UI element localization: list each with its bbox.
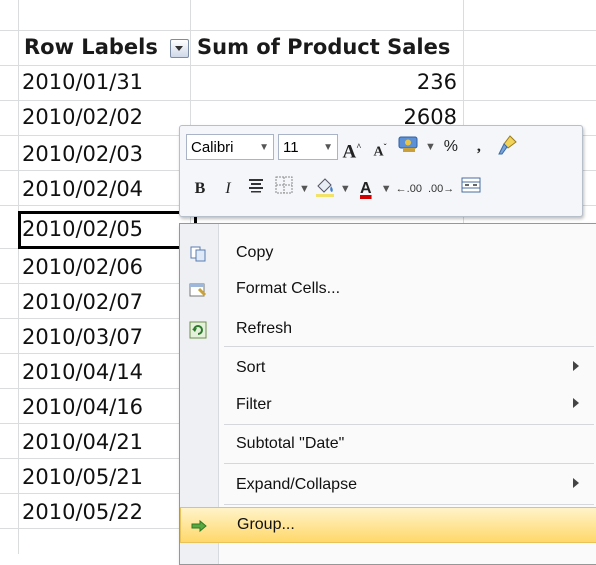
font-size-value: 11 (283, 139, 299, 156)
menu-separator (224, 504, 594, 505)
menu-item-label: Copy (236, 244, 274, 261)
increase-decimal-icon: .00 (406, 183, 422, 195)
sales-value[interactable]: 236 (300, 65, 457, 100)
menu-separator (224, 424, 594, 425)
context-menu: Copy Format Cells... Refresh Sort Filter… (179, 223, 596, 565)
copy-icon (189, 245, 207, 263)
comma-style-button[interactable]: , (468, 134, 490, 160)
menu-item-label: Sort (236, 359, 266, 376)
row-labels-filter-dropdown-icon[interactable] (170, 39, 189, 58)
format-cells-icon (189, 281, 207, 299)
accounting-format-button[interactable] (397, 134, 421, 160)
menu-item-label: Group... (237, 516, 295, 533)
chevron-down-icon[interactable]: ▼ (425, 134, 436, 160)
font-size-box[interactable]: 11 ▼ (278, 134, 338, 160)
accounting-format-icon (398, 136, 418, 152)
shrink-font-button[interactable]: Aˇ (369, 134, 391, 160)
font-color-button[interactable]: A (355, 176, 377, 202)
chevron-down-icon[interactable]: ▼ (340, 176, 351, 202)
center-align-button[interactable] (245, 176, 267, 202)
center-align-icon (249, 179, 263, 193)
menu-item-label: Expand/Collapse (236, 476, 357, 493)
row-label-date[interactable]: 2010/05/21 (22, 460, 143, 495)
fill-color-button[interactable] (314, 176, 336, 202)
grow-font-icon: A (342, 141, 357, 163)
fill-color-icon (315, 178, 334, 197)
menu-item-sort[interactable]: Sort (180, 351, 596, 387)
grow-font-button[interactable]: A^ (341, 134, 363, 163)
submenu-arrow-icon (573, 361, 579, 371)
menu-item-label: Refresh (236, 320, 293, 337)
row-label-date[interactable]: 2010/02/06 (22, 250, 143, 285)
format-painter-button[interactable] (496, 134, 518, 160)
menu-item-label: Filter (236, 396, 272, 413)
font-color-icon: A (360, 180, 372, 197)
sum-of-product-sales-header[interactable]: Sum of Product Sales (197, 30, 450, 65)
menu-separator (224, 463, 594, 464)
column-divider (18, 0, 19, 554)
active-cell-border (18, 211, 197, 249)
font-name-value: Calibri (191, 139, 234, 156)
decrease-decimal-icon: .00 (427, 183, 444, 195)
submenu-arrow-icon (573, 478, 579, 488)
chevron-down-icon[interactable]: ▼ (323, 135, 333, 161)
row-label-date[interactable]: 2010/04/14 (22, 355, 143, 390)
chevron-down-icon[interactable]: ▼ (259, 135, 269, 161)
row-label-date[interactable]: 2010/02/02 (22, 100, 143, 135)
row-label-date[interactable]: 2010/01/31 (22, 65, 143, 100)
borders-button[interactable] (273, 176, 295, 202)
merge-center-icon (461, 177, 481, 193)
merge-center-button[interactable] (460, 176, 482, 202)
row-label-date[interactable]: 2010/02/07 (22, 285, 143, 320)
refresh-icon (189, 321, 207, 339)
row-label-date[interactable]: 2010/02/04 (22, 172, 143, 207)
italic-button[interactable]: I (217, 176, 239, 202)
row-labels-header[interactable]: Row Labels (24, 30, 158, 65)
row-label-date[interactable]: 2010/03/07 (22, 320, 143, 355)
row-label-date[interactable]: 2010/04/16 (22, 390, 143, 425)
menu-item-label: Format Cells... (236, 280, 341, 297)
percent-style-button[interactable]: % (440, 134, 462, 160)
row-label-date[interactable]: 2010/02/03 (22, 137, 143, 172)
menu-item-format-cells[interactable]: Format Cells... (180, 272, 596, 308)
decrease-decimal-button[interactable]: .00→ (428, 176, 454, 202)
chevron-down-icon[interactable]: ▼ (381, 176, 392, 202)
chevron-down-icon[interactable]: ▼ (299, 176, 310, 202)
increase-decimal-button[interactable]: ←.00 (396, 176, 422, 202)
submenu-arrow-icon (573, 398, 579, 408)
menu-item-label: Subtotal "Date" (236, 435, 345, 452)
row-label-date[interactable]: 2010/05/22 (22, 495, 143, 530)
menu-item-subtotal-date[interactable]: Subtotal "Date" (180, 427, 596, 463)
borders-icon (275, 176, 293, 194)
row-label-date[interactable]: 2010/04/21 (22, 425, 143, 460)
menu-item-refresh[interactable]: Refresh (180, 312, 596, 348)
menu-item-expand-collapse[interactable]: Expand/Collapse (180, 468, 596, 504)
menu-item-copy[interactable]: Copy (180, 236, 596, 272)
bold-button[interactable]: B (189, 176, 211, 202)
format-painter-icon (498, 135, 517, 155)
shrink-font-icon: A (373, 144, 384, 160)
group-arrow-icon (190, 517, 208, 535)
menu-item-filter[interactable]: Filter (180, 388, 596, 424)
menu-separator (224, 346, 594, 347)
menu-item-group[interactable]: Group... (180, 507, 596, 543)
font-name-box[interactable]: Calibri ▼ (186, 134, 274, 160)
mini-toolbar: Calibri ▼ 11 ▼ A^ Aˇ ▼ % , B I ▼ ▼ A ▼ ←… (179, 125, 583, 217)
